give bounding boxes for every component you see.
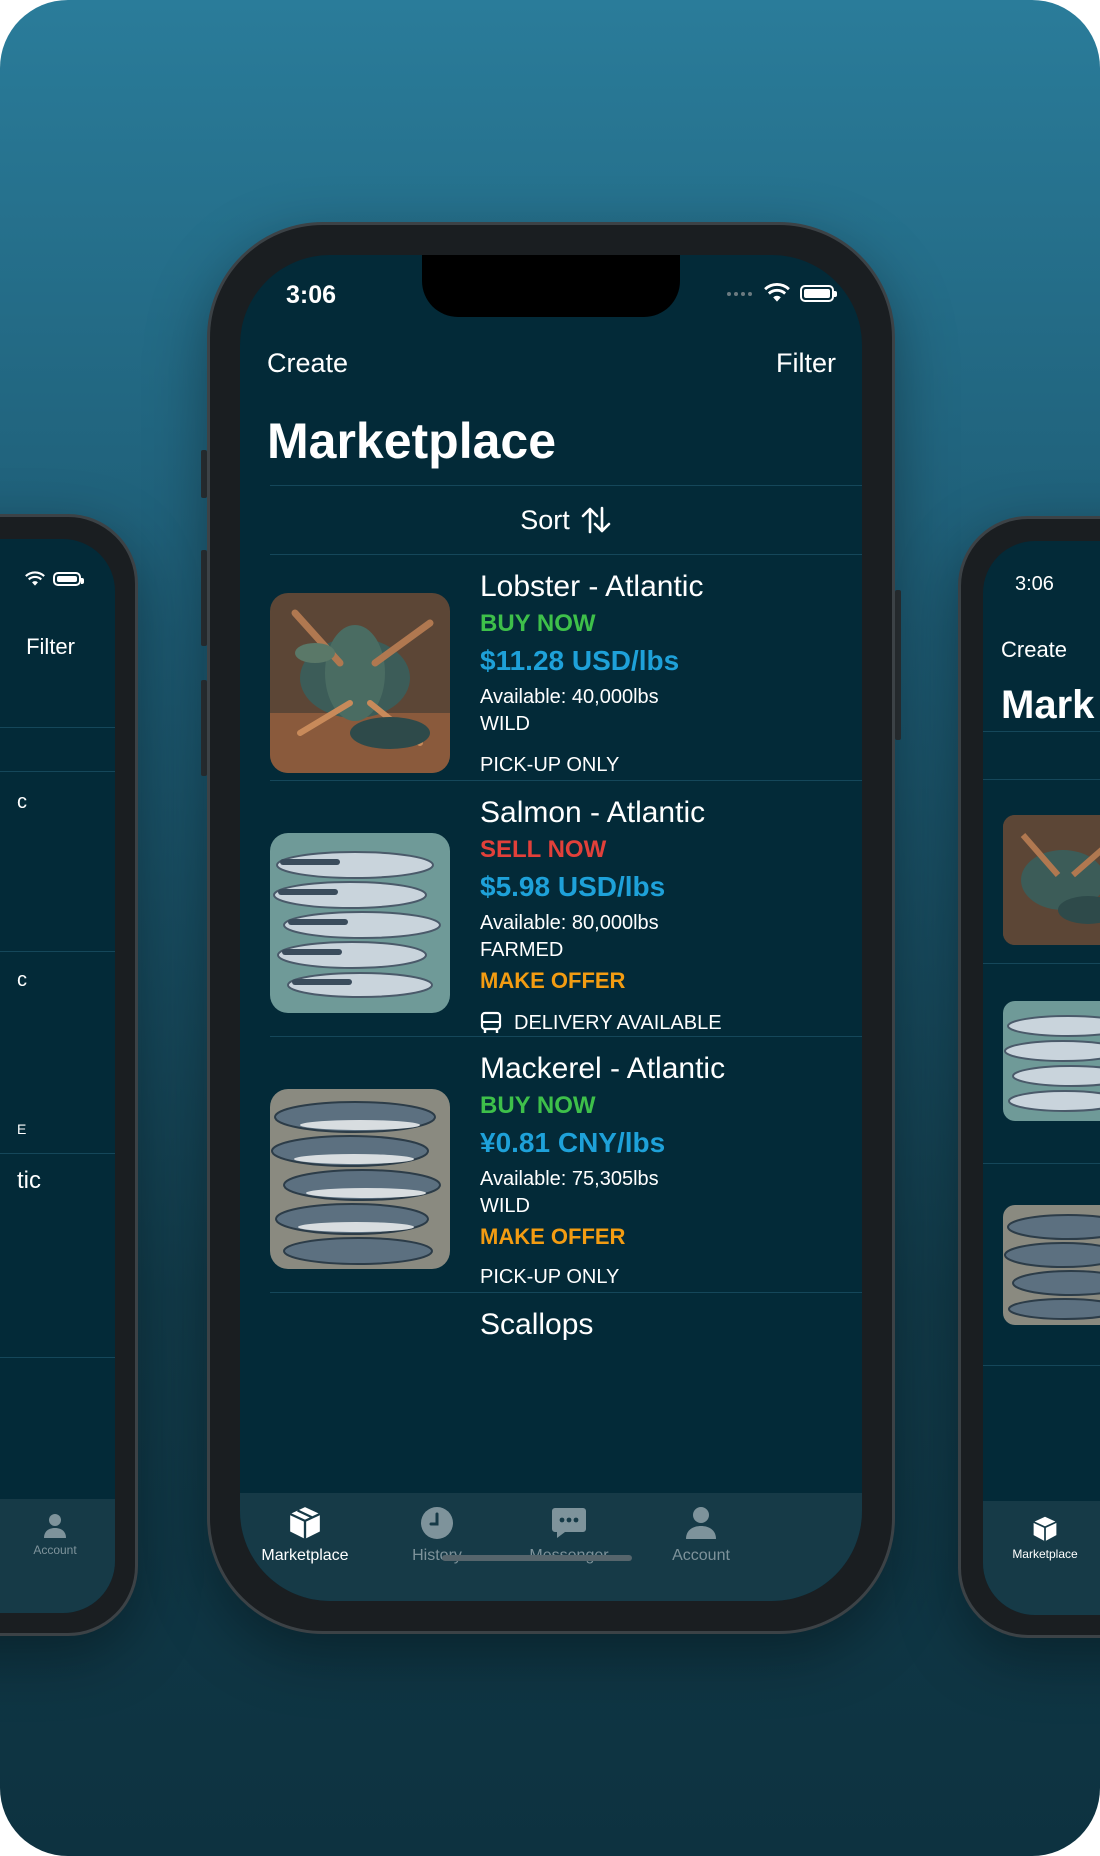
right-thumb-salmon[interactable] [1003, 1001, 1100, 1121]
listing-title: Scallops [480, 1308, 594, 1341]
battery-icon [800, 284, 837, 302]
listing-photo-lobster [270, 593, 450, 773]
listing-origin: WILD [480, 1195, 530, 1217]
divider [0, 1357, 115, 1358]
listing-price: ¥0.81 CNY/lbs [480, 1127, 666, 1158]
right-status-time: 3:06 [1015, 573, 1054, 595]
listing-available: Available: 80,000lbs [480, 912, 659, 934]
listing-details: Lobster - Atlantic BUY NOW $11.28 USD/lb… [480, 569, 703, 781]
sort-label: Sort [520, 504, 570, 535]
wifi-icon [25, 571, 45, 586]
left-fragment-1: c [17, 791, 27, 813]
tab-marketplace[interactable]: Marketplace [240, 1505, 370, 1565]
listing-title: Lobster - Atlantic [480, 570, 704, 603]
divider [983, 963, 1100, 964]
create-button[interactable]: Create [267, 348, 348, 379]
buy-now-button[interactable]: BUY NOW [480, 1089, 725, 1123]
divider [983, 1365, 1100, 1366]
listing-price: $11.28 USD/lbs [480, 645, 680, 676]
listing-available: Available: 40,000lbs [480, 686, 659, 708]
right-thumb-lobster[interactable] [1003, 815, 1100, 945]
left-filter-button[interactable]: Filter [26, 634, 75, 660]
listing-title: Mackerel - Atlantic [480, 1052, 726, 1085]
sort-button[interactable]: Sort [270, 485, 862, 555]
listing-photo-salmon [270, 833, 450, 1013]
wifi-icon [764, 283, 790, 302]
make-offer-button[interactable]: MAKE OFFER [480, 963, 722, 999]
right-phone-screen: 3:06 Create Mark Marketplace [983, 541, 1100, 1615]
divider [983, 779, 1100, 780]
background-frame: Filter c c E tic Account 3:06 Create Mar… [0, 0, 1100, 1856]
home-indicator [442, 1555, 632, 1561]
left-tab-account-label: Account [33, 1543, 77, 1557]
power-button [895, 590, 901, 740]
divider [0, 1153, 115, 1154]
left-tab-account[interactable]: Account [15, 1513, 95, 1557]
divider [983, 731, 1100, 732]
person-icon [686, 1507, 716, 1539]
tab-account-label: Account [672, 1547, 730, 1564]
make-offer-button[interactable]: MAKE OFFER [480, 1219, 725, 1255]
package-icon [1033, 1516, 1057, 1542]
battery-icon [53, 572, 84, 586]
status-icons [726, 283, 837, 303]
listing-details: Scallops [480, 1307, 593, 1343]
chat-icon [552, 1508, 586, 1538]
buy-now-button[interactable]: BUY NOW [480, 607, 703, 641]
tab-marketplace-label: Marketplace [261, 1547, 349, 1564]
listing-item[interactable]: Salmon - Atlantic SELL NOW $5.98 USD/lbs… [270, 781, 862, 1037]
status-time: 3:06 [286, 281, 337, 309]
listing-details: Mackerel - Atlantic BUY NOW ¥0.81 CNY/lb… [480, 1051, 725, 1293]
listing-item[interactable]: Scallops [270, 1293, 862, 1493]
listing-available: Available: 75,305lbs [480, 1168, 659, 1190]
divider [0, 771, 115, 772]
listing-origin: WILD [480, 713, 530, 735]
listing-details: Salmon - Atlantic SELL NOW $5.98 USD/lbs… [480, 795, 722, 1039]
listing-origin: FARMED [480, 939, 564, 961]
right-tab-marketplace[interactable]: Marketplace [997, 1515, 1093, 1561]
left-phone: Filter c c E tic Account [0, 514, 138, 1636]
left-fragment-3: E [17, 1121, 27, 1137]
cellular-signal-icon [727, 292, 752, 296]
listing-shipping: PICK-UP ONLY [480, 754, 620, 776]
divider [0, 727, 115, 728]
listing-item[interactable]: Mackerel - Atlantic BUY NOW ¥0.81 CNY/lb… [270, 1037, 862, 1293]
page-title: Marketplace [267, 413, 557, 469]
main-phone-screen: 3:06 Create Filter Marketplace Sort Lobs… [240, 255, 862, 1601]
clock-icon [421, 1507, 453, 1539]
left-fragment-4: tic [17, 1167, 41, 1194]
main-phone: 3:06 Create Filter Marketplace Sort Lobs… [207, 222, 895, 1634]
listing-shipping: DELIVERY AVAILABLE [480, 1007, 722, 1039]
right-tab-bar: Marketplace [983, 1501, 1100, 1615]
person-icon [44, 1514, 66, 1538]
listing-photo-mackerel [270, 1089, 450, 1269]
right-create-button[interactable]: Create [1001, 637, 1067, 663]
divider [983, 1163, 1100, 1164]
right-tab-marketplace-label: Marketplace [1012, 1547, 1078, 1561]
listing-shipping-label: DELIVERY AVAILABLE [514, 1012, 722, 1034]
left-phone-screen: Filter c c E tic Account [0, 539, 115, 1613]
sort-arrows-icon [581, 506, 611, 534]
right-phone: 3:06 Create Mark Marketplace [958, 516, 1100, 1638]
sell-now-button[interactable]: SELL NOW [480, 833, 722, 867]
right-thumb-mackerel[interactable] [1003, 1205, 1100, 1325]
listing-item[interactable]: Lobster - Atlantic BUY NOW $11.28 USD/lb… [270, 555, 862, 781]
notch [422, 255, 680, 317]
listing-shipping: PICK-UP ONLY [480, 1266, 620, 1288]
left-fragment-2: c [17, 969, 27, 991]
filter-button[interactable]: Filter [776, 348, 836, 379]
left-status-icons [25, 571, 84, 587]
tab-account[interactable]: Account [636, 1505, 766, 1565]
tab-bar: Marketplace History Messenger Account [240, 1493, 862, 1601]
listing-price: $5.98 USD/lbs [480, 871, 666, 902]
package-icon [289, 1507, 321, 1539]
listing-list: Lobster - Atlantic BUY NOW $11.28 USD/lb… [270, 555, 862, 1601]
listing-title: Salmon - Atlantic [480, 796, 706, 829]
divider [0, 951, 115, 952]
right-page-title: Mark [1001, 683, 1095, 727]
left-tab-bar: Account [0, 1499, 115, 1613]
bus-icon [480, 1011, 502, 1033]
